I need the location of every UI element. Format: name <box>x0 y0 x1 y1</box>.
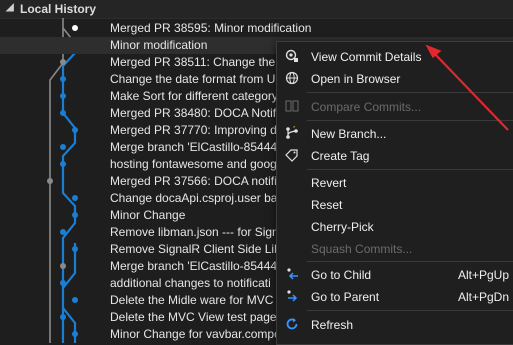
commit-message: Merged PR 37566: DOCA notific <box>110 174 283 188</box>
menu-separator <box>307 92 513 93</box>
commit-details-icon <box>285 49 298 62</box>
menu-separator <box>307 120 513 121</box>
menu-item-cherry-pick[interactable]: Cherry-Pick <box>277 216 513 238</box>
commit-message: Remove SignalR Client Side Lib <box>110 242 281 256</box>
menu-item-create-tag[interactable]: Create Tag <box>277 145 513 167</box>
commit-message: Merge branch 'ElCastillo-854448 <box>110 140 284 154</box>
commit-row[interactable]: Merged PR 38595: Minor modification <box>0 20 513 37</box>
commit-message: Minor Change <box>110 208 186 222</box>
go-to-child-icon <box>287 268 298 280</box>
commit-message: additional changes to notificati <box>110 276 271 290</box>
menu-item-reset[interactable]: Reset <box>277 194 513 216</box>
menu-item-refresh[interactable]: Refresh <box>277 314 513 336</box>
menu-item-open-in-browser[interactable]: Open in Browser <box>277 68 513 90</box>
go-to-parent-icon <box>287 290 298 302</box>
commit-message: Remove libman.json --- for Sign <box>110 225 279 239</box>
context-menu: View Commit Details Open in Browser Comp… <box>276 41 513 345</box>
commit-message: Merged PR 38511: Change the d <box>110 55 286 69</box>
menu-item-revert[interactable]: Revert <box>277 172 513 194</box>
commit-message: Merged PR 38480: DOCA Notifica <box>110 106 292 120</box>
commit-message: Delete the MVC View test page: <box>110 310 280 324</box>
menu-item-go-to-parent[interactable]: Go to Parent Alt+PgDn <box>277 286 513 308</box>
commit-message: Merge branch 'ElCastillo-854448 <box>110 259 284 273</box>
panel-title: Local History <box>20 2 97 16</box>
commit-message: Minor Change for vavbar.compone <box>110 327 295 341</box>
menu-item-view-commit-details[interactable]: View Commit Details <box>277 46 513 68</box>
menu-separator <box>307 310 513 311</box>
globe-icon <box>285 71 299 85</box>
commit-message: Minor modification <box>110 38 208 52</box>
commit-message: Delete the Midle ware for MVC v <box>110 293 283 307</box>
local-history-header[interactable]: ◢ Local History <box>0 0 513 19</box>
refresh-icon <box>286 318 298 330</box>
commit-message: hosting fontawesome and goog <box>110 157 277 171</box>
menu-item-squash-commits[interactable]: Squash Commits... <box>277 238 513 260</box>
menu-separator <box>307 169 513 170</box>
commit-message: Change the date format from U <box>110 72 276 86</box>
commit-message: Merged PR 37770: Improving dc <box>110 123 283 137</box>
tag-icon <box>285 149 298 162</box>
compare-icon <box>285 100 299 112</box>
menu-item-new-branch[interactable]: * New Branch... <box>277 123 513 145</box>
commit-message: Merged PR 38595: Minor modification <box>110 21 312 35</box>
menu-separator <box>307 261 513 262</box>
collapse-triangle-icon[interactable]: ◢ <box>6 2 14 13</box>
branch-icon: * <box>286 126 298 139</box>
commit-message: Change docaApi.csproj.user ba <box>110 191 278 205</box>
menu-item-compare-commits[interactable]: Compare Commits... <box>277 96 513 118</box>
menu-item-go-to-child[interactable]: Go to Child Alt+PgUp <box>277 264 513 286</box>
commit-message: Make Sort for different category <box>110 89 278 103</box>
